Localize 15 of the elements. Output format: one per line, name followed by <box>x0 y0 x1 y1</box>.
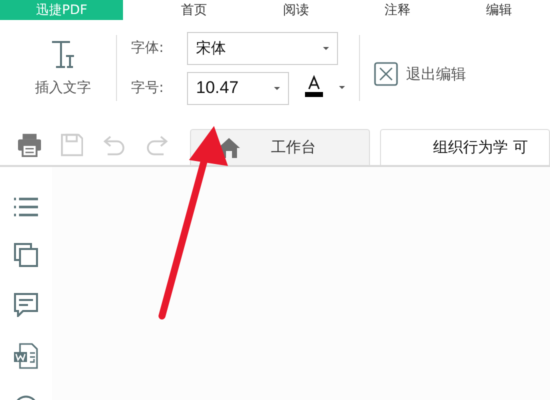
close-box-icon <box>374 62 398 86</box>
size-label: 字号: <box>131 79 165 97</box>
document-tab[interactable]: 组织行为学 可 <box>380 129 550 165</box>
size-select[interactable]: 10.47 <box>187 72 289 104</box>
font-select[interactable]: 宋体 <box>187 32 338 64</box>
insert-text-button[interactable]: 插入文字 <box>24 39 102 97</box>
exit-edit-button[interactable]: 退出编辑 <box>374 62 466 86</box>
pages-icon[interactable] <box>14 243 38 267</box>
comment-icon[interactable] <box>14 293 38 317</box>
text-insert-icon <box>50 39 76 69</box>
list-icon[interactable] <box>14 197 38 217</box>
print-icon[interactable] <box>18 133 42 157</box>
word-document-icon[interactable] <box>14 343 38 369</box>
font-color-icon <box>305 74 345 98</box>
font-label: 字体: <box>131 39 165 57</box>
